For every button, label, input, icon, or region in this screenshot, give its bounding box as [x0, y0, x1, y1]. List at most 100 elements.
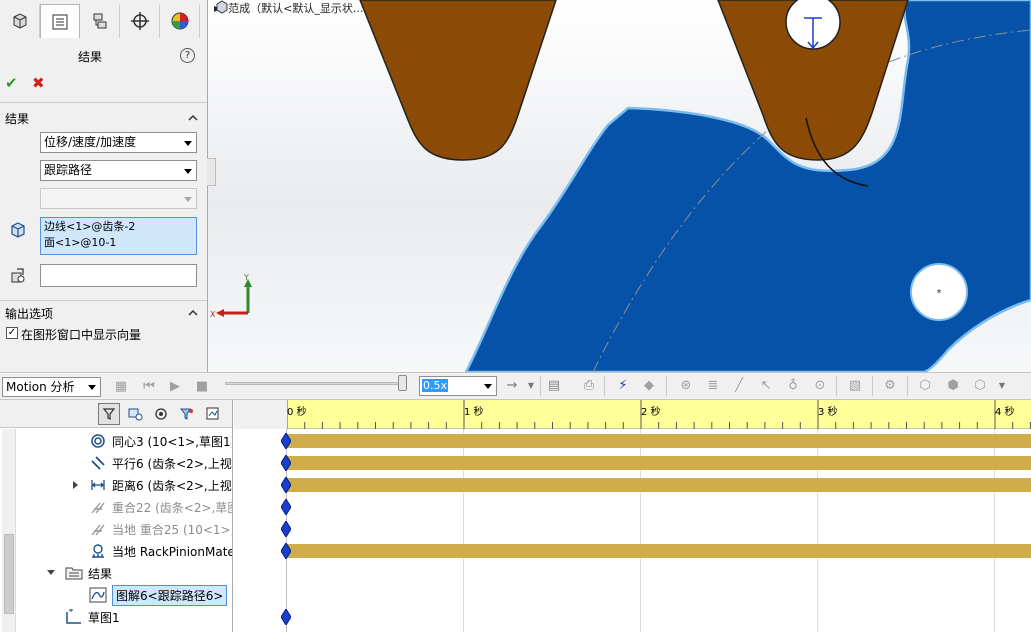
tick-label-3: 3 秒 — [818, 407, 838, 418]
playback-speed-dropdown[interactable]: 0.5x — [419, 376, 497, 396]
tick-label-0: 0 秒 — [287, 407, 307, 418]
filter-driving-icon — [128, 408, 143, 421]
tree-row-results-folder[interactable]: 结果 — [64, 562, 112, 584]
time-bar[interactable] — [287, 456, 1031, 470]
concentric-icon — [91, 434, 105, 448]
configuration-manager-icon — [93, 13, 106, 29]
key-point-icon[interactable] — [281, 455, 291, 471]
key-point-icon[interactable] — [281, 521, 291, 537]
selection-item-face[interactable]: 面<1>@10-1 — [44, 235, 193, 251]
chevron-up-icon[interactable] — [188, 113, 198, 123]
key-point-icon[interactable] — [281, 477, 291, 493]
tree-scrollbar-thumb[interactable] — [4, 534, 14, 614]
play-icon[interactable]: ▶ — [166, 378, 184, 396]
filter-toolbar — [0, 400, 232, 428]
selection-list[interactable]: 边线<1>@齿条-2 面<1>@10-1 — [40, 217, 197, 255]
time-ruler[interactable]: 0 秒 1 秒 2 秒 3 秒 4 秒 — [287, 400, 1031, 429]
triad-x-label: X — [210, 310, 216, 319]
show-vector-checkbox[interactable]: ✓ — [6, 327, 18, 339]
reference-input[interactable] — [40, 264, 197, 287]
time-bar[interactable] — [287, 544, 1031, 558]
gear-tooth-left[interactable] — [359, 0, 557, 161]
model-tree-label: 范成（默认<默认_显示状... — [228, 2, 364, 15]
key-point-icon[interactable] — [281, 499, 291, 515]
time-bar[interactable] — [287, 434, 1031, 448]
tick-label-4: 4 秒 — [995, 407, 1015, 418]
tree-row-parallel[interactable]: 平行6 (齿条<2>,上视基 — [88, 452, 232, 474]
zoom-timeline-icon — [206, 407, 219, 420]
tree-row-rack-pinion[interactable]: 当地 RackPinionMate — [88, 540, 233, 562]
result-type-value: 位移/速度/加速度 — [44, 135, 137, 149]
collapse-arrow-icon[interactable] — [47, 570, 55, 575]
center-mark-icon: * — [937, 288, 942, 299]
playback-slider-thumb[interactable] — [398, 375, 407, 391]
tree-row-label: 距离6 (齿条<2>,上视基 — [112, 478, 233, 493]
parallel-icon — [91, 456, 105, 470]
key-point-icon[interactable] — [281, 543, 291, 559]
stop-icon[interactable]: ■ — [193, 378, 211, 396]
crosshair-icon — [130, 12, 149, 30]
tree-scrollbar[interactable] — [2, 429, 16, 632]
ok-checkmark-icon[interactable]: ✔ — [5, 74, 18, 92]
coordinate-triad: Y X — [210, 273, 252, 319]
tree-row-coincident-25[interactable]: 当地 重合25 (10<1>,万 — [88, 518, 233, 540]
motion-toolbar: Motion 分析 ▦ ⏮ ▶ ■ — [0, 372, 1031, 400]
triad-y-label: Y — [243, 273, 249, 282]
tree-row-coincident-22[interactable]: 重合22 (齿条<2>,草图 — [88, 496, 233, 518]
tree-row-concentric[interactable]: 同心3 (10<1>,草图1) — [88, 430, 232, 452]
results-group-header: 结果 — [5, 112, 30, 126]
filter-driving-button[interactable] — [124, 403, 146, 425]
help-icon[interactable]: ? — [180, 48, 195, 63]
chevron-up-icon[interactable] — [188, 308, 198, 318]
model-tree-flyout[interactable]: ▶ 范成（默认<默认_显示状... — [214, 0, 363, 16]
tab-display-manager[interactable] — [160, 4, 200, 38]
autofit-button[interactable] — [202, 403, 224, 425]
distance-icon — [91, 480, 105, 490]
key-point-icon[interactable] — [281, 609, 291, 625]
filter-funnel-icon — [102, 408, 116, 420]
tick-label-1: 1 秒 — [464, 407, 484, 418]
subtype-dropdown[interactable]: 跟踪路径 — [40, 160, 197, 181]
property-manager-panel: 结果 ? ✔ ✖ 结果 位移/速度/加速度 跟踪路径 边线<1>@齿条-2 面<… — [0, 0, 208, 372]
calculate-icon[interactable]: ▦ — [112, 378, 130, 396]
model-view: * Y X — [210, 0, 1031, 372]
tree-row-label: 重合22 (齿条<2>,草图 — [112, 500, 233, 515]
expand-arrow-icon[interactable] — [73, 481, 78, 489]
play-from-start-icon[interactable]: ⏮ — [140, 378, 158, 396]
cancel-x-icon[interactable]: ✖ — [32, 74, 45, 92]
tree-row-label: 草图1 — [88, 610, 120, 625]
playback-slider-track[interactable] — [225, 382, 407, 385]
tree-row-label: 当地 重合25 (10<1>,万 — [112, 522, 233, 537]
tab-configuration-manager[interactable] — [80, 4, 120, 38]
key-point-icon[interactable] — [281, 433, 291, 449]
tree-row-distance[interactable]: 距离6 (齿条<2>,上视基 — [88, 474, 233, 496]
motion-timeline[interactable]: 0 秒 1 秒 2 秒 3 秒 4 秒 — [234, 400, 1031, 632]
panel-title: 结果 — [77, 50, 102, 64]
filter-selected-button[interactable] — [150, 403, 172, 425]
dropdown-arrow-icon — [184, 141, 192, 146]
show-vector-label: 在图形窗口中显示向量 — [21, 328, 142, 342]
results-folder-icon — [65, 567, 83, 580]
tab-feature-manager[interactable] — [0, 4, 40, 38]
feature-manager-icon — [13, 13, 26, 29]
time-bar[interactable] — [287, 478, 1031, 492]
filter-results-icon — [179, 408, 193, 420]
subtype-value: 跟踪路径 — [44, 163, 93, 177]
edge-selection-icon — [11, 222, 25, 238]
tree-row-plot6[interactable]: 图解6<跟踪路径6> — [88, 584, 228, 606]
result-type-dropdown[interactable]: 位移/速度/加速度 — [40, 132, 197, 153]
tree-row-sketch1[interactable]: 草图1 — [64, 606, 120, 628]
panel-tabs — [0, 4, 205, 38]
filter-results-button[interactable] — [176, 403, 198, 425]
selection-item-edge[interactable]: 边线<1>@齿条-2 — [44, 219, 193, 235]
study-type-value: Motion 分析 — [6, 380, 75, 394]
filter-animated-button[interactable] — [98, 403, 120, 425]
study-type-dropdown[interactable]: Motion 分析 — [2, 377, 101, 397]
panel-collapse-handle[interactable] — [207, 158, 216, 186]
dropdown-arrow-icon — [184, 169, 192, 174]
coincident-icon — [91, 502, 105, 514]
tab-property-manager[interactable] — [40, 4, 80, 38]
graphics-viewport[interactable]: * Y X ▶ 范成（默认<默认 — [208, 0, 1031, 372]
tree-row-label: 当地 RackPinionMate — [112, 544, 233, 559]
tab-dimxpert-manager[interactable] — [120, 4, 160, 38]
